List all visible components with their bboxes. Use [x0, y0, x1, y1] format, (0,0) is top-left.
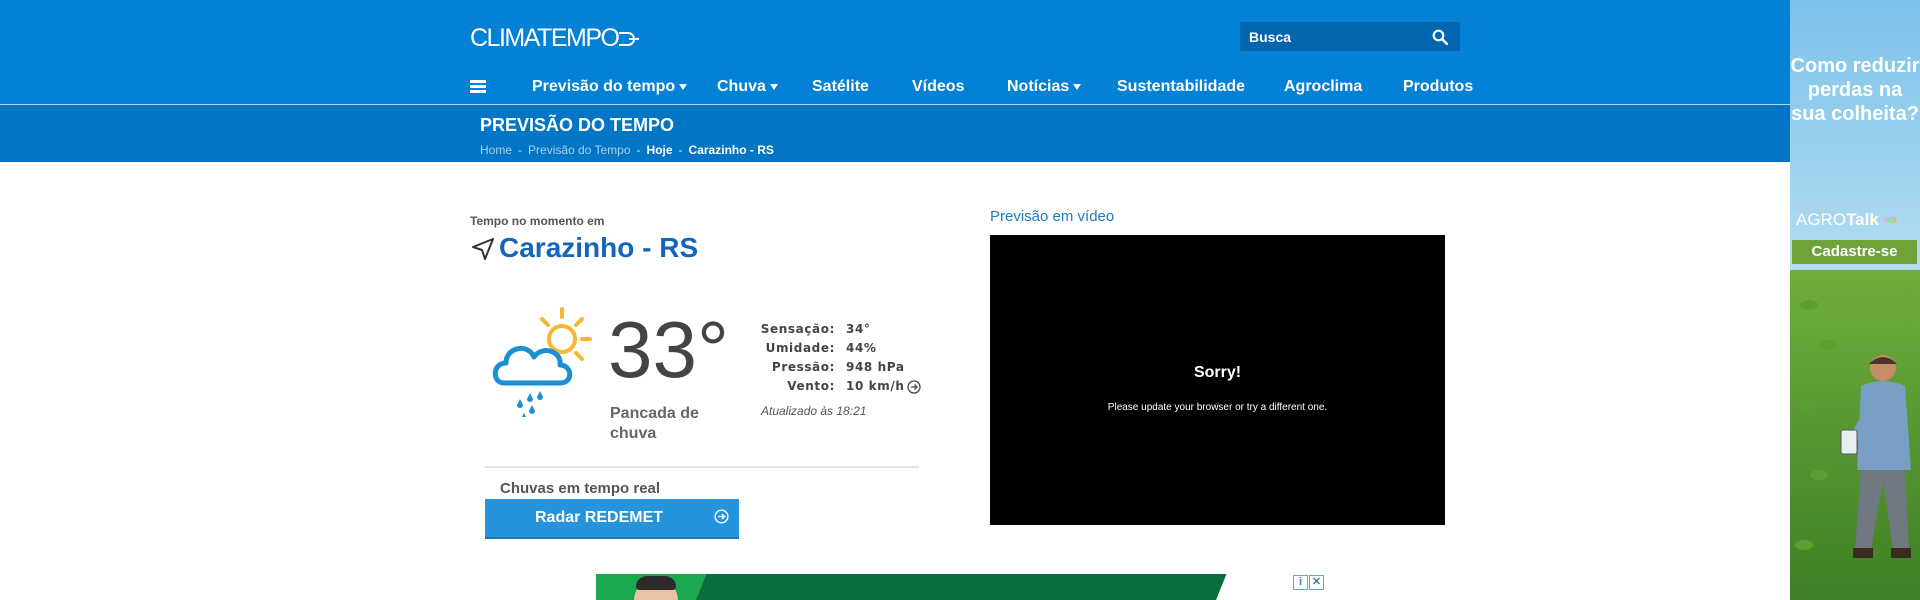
video-title: Previsão em vídeo — [990, 208, 1115, 225]
search-icon[interactable] — [1432, 29, 1448, 45]
current-temperature: 33° — [608, 305, 729, 394]
ad-farmer-image — [1840, 355, 1911, 558]
search-input[interactable]: Busca — [1249, 29, 1291, 45]
video-error-title: Sorry! — [1193, 364, 1242, 381]
realtime-rain-label: Chuvas em tempo real — [500, 480, 661, 497]
breadcrumb: Home - Previsão do Tempo - Hoje - Carazinho - … — [480, 143, 774, 157]
ad-headline: Como reduzir perdas na sua colheita? — [1790, 55, 1920, 125]
site-logo[interactable]: CLIMATEMPO — [470, 24, 640, 53]
detail-row-sensacao: Sensação: 34° — [760, 322, 871, 336]
breadcrumb-hoje[interactable]: Hoje — [647, 143, 673, 157]
arrow-circle-right-icon — [714, 509, 729, 524]
nav-satelite[interactable]: Satélite — [812, 78, 869, 96]
city-name: Carazinho - RS — [499, 232, 699, 263]
detail-row-vento: Vento: 10 km/h — [750, 379, 921, 398]
nav-sustentabilidade[interactable]: Sustentabilidade — [1117, 78, 1245, 96]
site-header: CLIMATEMPO Busca Previsão do tempo Chuva… — [0, 0, 1790, 104]
breadcrumb-home[interactable]: Home — [480, 143, 512, 157]
location-arrow-icon[interactable] — [470, 236, 496, 262]
current-weather-label: Tempo no momento em — [470, 214, 605, 228]
ad-brand: AGROTalk ⇛ — [1796, 210, 1898, 229]
video-player[interactable]: Sorry! Please update your browser or try… — [990, 235, 1445, 525]
weather-details: Sensação: 34° Umidade: 44% Pressão: 948 hPa… — [750, 322, 921, 398]
section-header: PREVISÃO DO TEMPO Home - Previsão do Tempo… — [0, 105, 1790, 162]
nav-previsao-do-tempo[interactable]: Previsão do tempo — [532, 78, 688, 96]
search-box[interactable]: Busca — [1240, 22, 1460, 51]
ad-choices: i ✕ — [1293, 575, 1325, 591]
page: CLIMATEMPO Busca Previsão do tempo Chuva… — [0, 0, 1920, 600]
bottom-banner-ad[interactable] — [596, 574, 1326, 600]
wind-direction-icon — [906, 379, 921, 394]
chevron-down-icon — [769, 83, 778, 90]
weather-condition: Pancada de chuva — [610, 405, 699, 442]
nav-agroclima[interactable]: Agroclima — [1284, 78, 1362, 96]
main-nav: Previsão do tempo Chuva Satélite Vídeos … — [0, 78, 1790, 100]
divider — [485, 466, 919, 468]
ad-close-icon[interactable]: ✕ — [1309, 575, 1324, 590]
breadcrumb-previsao[interactable]: Previsão do Tempo — [528, 143, 631, 157]
breadcrumb-city: Carazinho - RS — [688, 143, 774, 157]
section-title: PREVISÃO DO TEMPO — [480, 115, 675, 135]
nav-produtos[interactable]: Produtos — [1403, 78, 1473, 96]
side-banner-ad[interactable]: Como reduzir perdas na sua colheita? AGR… — [1790, 0, 1920, 600]
video-error-message: Please update your browser or try a diff… — [1107, 402, 1328, 413]
ad-info-icon[interactable]: i — [1293, 575, 1308, 590]
chevron-down-icon — [1073, 83, 1082, 90]
chevron-down-icon — [679, 83, 688, 90]
nav-chuva[interactable]: Chuva — [717, 78, 778, 96]
radar-redemet-button[interactable]: Radar REDEMET — [485, 499, 739, 539]
sun-cloud-rain-icon — [492, 307, 592, 417]
ad-signup-button[interactable]: Cadastre-se — [1792, 240, 1917, 264]
nav-videos[interactable]: Vídeos — [912, 78, 964, 96]
detail-row-pressao: Pressão: 948 hPa — [771, 360, 905, 374]
updated-time: Atualizado às 18:21 — [761, 404, 867, 418]
nav-noticias[interactable]: Notícias — [1007, 78, 1082, 96]
detail-row-umidade: Umidade: 44% — [765, 341, 877, 355]
